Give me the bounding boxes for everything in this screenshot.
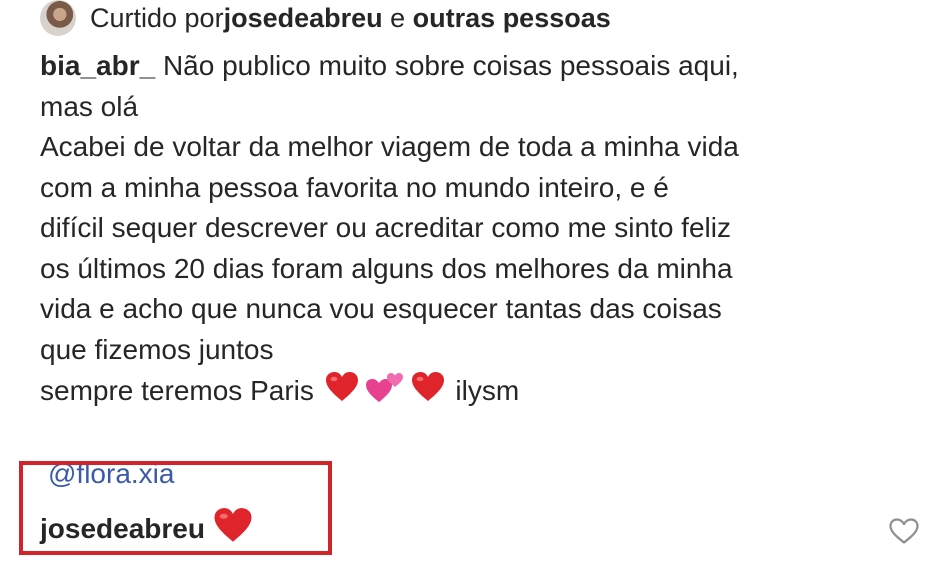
highlight-annotation-box: [19, 461, 332, 555]
caption-text: ilysm: [447, 375, 520, 407]
red-heart-emoji-icon: [325, 371, 359, 415]
avatar[interactable]: [40, 0, 76, 36]
red-heart-emoji-icon: [411, 371, 445, 415]
post-caption: bia_abr_ Não publico muito sobre coisas …: [40, 46, 930, 411]
caption-text: sempre teremos Paris: [40, 375, 322, 407]
caption-line: que fizemos juntos: [40, 333, 274, 365]
caption-line: com a minha pessoa favorita no mundo int…: [40, 171, 669, 203]
liked-by-row: Curtido por josedeabreu e outras pessoas: [40, 0, 611, 36]
caption-line: os últimos 20 dias foram alguns dos melh…: [40, 252, 733, 284]
two-hearts-emoji-icon: [365, 370, 405, 416]
liked-by-prefix: Curtido por: [90, 2, 224, 33]
caption-line: difícil sequer descrever ou acreditar co…: [40, 212, 731, 243]
liked-by-conj: e: [382, 2, 413, 33]
caption-line: sempre teremos Paris ilysm: [40, 370, 930, 411]
post-caption-screen: Curtido por josedeabreu e outras pessoas…: [0, 0, 951, 574]
liked-by-others-link[interactable]: outras pessoas: [413, 3, 611, 34]
caption-line: mas olá: [40, 90, 139, 122]
caption-line: Acabei de voltar da melhor viagem de tod…: [40, 131, 739, 162]
caption-text: Não publico muito sobre coisas pessoais …: [155, 50, 739, 81]
liked-by-user-link[interactable]: josedeabreu: [224, 3, 383, 34]
like-comment-heart-icon[interactable]: [888, 517, 920, 545]
caption-username-link[interactable]: bia_abr_: [40, 50, 155, 81]
caption-line: vida e acho que nunca vou esquecer tanta…: [40, 293, 722, 324]
caption-line: bia_abr_ Não publico muito sobre coisas …: [40, 46, 930, 87]
